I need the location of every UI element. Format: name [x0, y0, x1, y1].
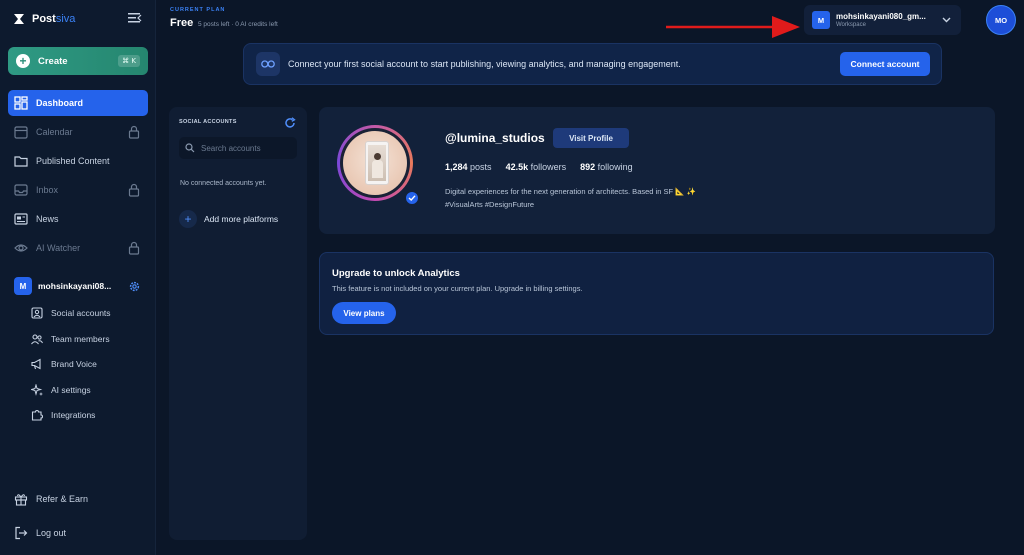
- dashboard-icon: [14, 96, 28, 110]
- sub-ai-settings[interactable]: AI settings: [31, 383, 91, 397]
- workspace-switcher-avatar: M: [812, 11, 830, 29]
- upgrade-card: Upgrade to unlock Analytics This feature…: [319, 252, 994, 335]
- profile-handle: @lumina_studios: [445, 131, 545, 145]
- plan-detail: 5 posts left · 0 AI credits left: [198, 21, 278, 28]
- lock-icon: [128, 241, 140, 255]
- social-accounts-title: SOCIAL ACCOUNTS: [179, 119, 237, 125]
- nav-news[interactable]: News: [8, 206, 148, 232]
- workspace-switcher-sub: Workspace: [836, 22, 866, 28]
- workspace-avatar: M: [14, 277, 32, 295]
- sub-item-label: Brand Voice: [51, 359, 97, 369]
- news-icon: [14, 213, 28, 225]
- chevron-down-icon: [942, 17, 951, 23]
- lock-icon: [128, 125, 140, 139]
- social-accounts-panel: SOCIAL ACCOUNTS No connected accounts ye…: [169, 107, 307, 540]
- sidebar: Postsiva + Create ⌘ K Dashboard Calendar: [0, 0, 156, 555]
- empty-state-text: No connected accounts yet.: [180, 180, 267, 187]
- sub-team-members[interactable]: Team members: [31, 332, 110, 346]
- banner-text: Connect your first social account to sta…: [288, 59, 681, 69]
- workspace-switcher-text: mohsinkayani080_gm... Workspace: [836, 12, 936, 28]
- connect-banner: Connect your first social account to sta…: [243, 43, 942, 85]
- connect-account-button[interactable]: Connect account: [840, 52, 930, 76]
- plan-name: Free: [170, 17, 194, 29]
- nav-log-out[interactable]: Log out: [8, 520, 148, 546]
- plus-icon: +: [16, 54, 30, 68]
- create-button[interactable]: + Create ⌘ K: [8, 47, 148, 75]
- upgrade-title: Upgrade to unlock Analytics: [332, 268, 460, 279]
- nav-label: Dashboard: [36, 98, 84, 108]
- nav-published-content[interactable]: Published Content: [8, 148, 148, 174]
- sub-item-label: Integrations: [51, 410, 96, 420]
- nav-calendar[interactable]: Calendar: [8, 119, 148, 145]
- plan-label: CURRENT PLAN: [170, 7, 226, 13]
- create-shortcut: ⌘ K: [118, 55, 140, 67]
- calendar-icon: [14, 126, 28, 139]
- following-stat: 892 following: [580, 162, 633, 172]
- profile-photo: [343, 131, 407, 195]
- link-icon: [256, 52, 280, 76]
- profile-avatar[interactable]: [337, 125, 413, 201]
- workspace-row[interactable]: M mohsinkayani08...: [14, 277, 144, 295]
- brand-logo-icon: [14, 14, 24, 24]
- lock-icon: [128, 183, 140, 197]
- workspace-switcher-name: mohsinkayani080_gm...: [836, 12, 926, 21]
- posts-stat: 1,284 posts: [445, 162, 492, 172]
- nav-label: AI Watcher: [36, 243, 81, 253]
- team-icon: [31, 334, 43, 345]
- nav-ai-watcher[interactable]: AI Watcher: [8, 235, 148, 261]
- search-box[interactable]: [179, 137, 297, 159]
- inbox-icon: [14, 184, 28, 196]
- add-platforms-button[interactable]: + Add more platforms: [179, 210, 278, 228]
- profile-card: @lumina_studios Visit Profile 1,284 post…: [319, 107, 995, 234]
- sub-item-label: AI settings: [51, 385, 91, 395]
- nav-label: Log out: [36, 528, 67, 538]
- logout-icon: [15, 526, 28, 540]
- nav-dashboard[interactable]: Dashboard: [8, 90, 148, 116]
- verified-icon: [404, 190, 420, 206]
- profile-bio: Digital experiences for the next generat…: [445, 185, 765, 211]
- upgrade-description: This feature is not included on your cur…: [332, 284, 583, 293]
- create-label: Create: [38, 55, 68, 67]
- view-plans-button[interactable]: View plans: [332, 302, 396, 324]
- bio-hashtags: #VisualArts #DesignFuture: [445, 200, 535, 209]
- sparkles-icon: [31, 384, 43, 396]
- add-platforms-label: Add more platforms: [204, 214, 279, 224]
- nav-label: Inbox: [36, 185, 59, 195]
- sub-item-label: Team members: [51, 334, 110, 344]
- workspace-name: mohsinkayani08...: [38, 281, 112, 291]
- brand-name: Postsiva: [32, 13, 76, 25]
- search-accounts-input[interactable]: [201, 143, 291, 153]
- social-accounts-icon: [31, 307, 43, 319]
- followers-stat: 42.5k followers: [505, 162, 567, 172]
- folder-icon: [14, 156, 28, 167]
- nav-label: Refer & Earn: [36, 494, 89, 504]
- annotation-arrow-icon: [666, 16, 800, 38]
- bio-line: Digital experiences for the next generat…: [445, 187, 696, 196]
- sub-brand-voice[interactable]: Brand Voice: [31, 357, 97, 371]
- nav-inbox[interactable]: Inbox: [8, 177, 148, 203]
- megaphone-icon: [31, 358, 41, 370]
- collapse-sidebar-icon[interactable]: [128, 12, 142, 24]
- sub-item-label: Social accounts: [51, 308, 111, 318]
- search-icon: [185, 143, 195, 153]
- eye-icon: [14, 244, 28, 252]
- workspace-switcher[interactable]: M mohsinkayani080_gm... Workspace: [804, 5, 961, 35]
- sub-integrations[interactable]: Integrations: [31, 408, 95, 422]
- user-avatar[interactable]: MO: [986, 5, 1016, 35]
- gear-icon[interactable]: [128, 280, 141, 293]
- visit-profile-button[interactable]: Visit Profile: [553, 128, 629, 148]
- puzzle-icon: [31, 410, 43, 421]
- nav-label: News: [36, 214, 59, 224]
- profile-stats: 1,284 posts 42.5k followers 892 followin…: [445, 162, 633, 172]
- gift-icon: [14, 494, 28, 506]
- nav-label: Calendar: [36, 127, 73, 137]
- plus-icon: +: [179, 210, 197, 228]
- refresh-icon[interactable]: [284, 117, 296, 129]
- sub-social-accounts[interactable]: Social accounts: [31, 306, 111, 320]
- nav-label: Published Content: [36, 156, 110, 166]
- brand[interactable]: Postsiva: [12, 12, 75, 26]
- nav-refer-earn[interactable]: Refer & Earn: [8, 486, 148, 512]
